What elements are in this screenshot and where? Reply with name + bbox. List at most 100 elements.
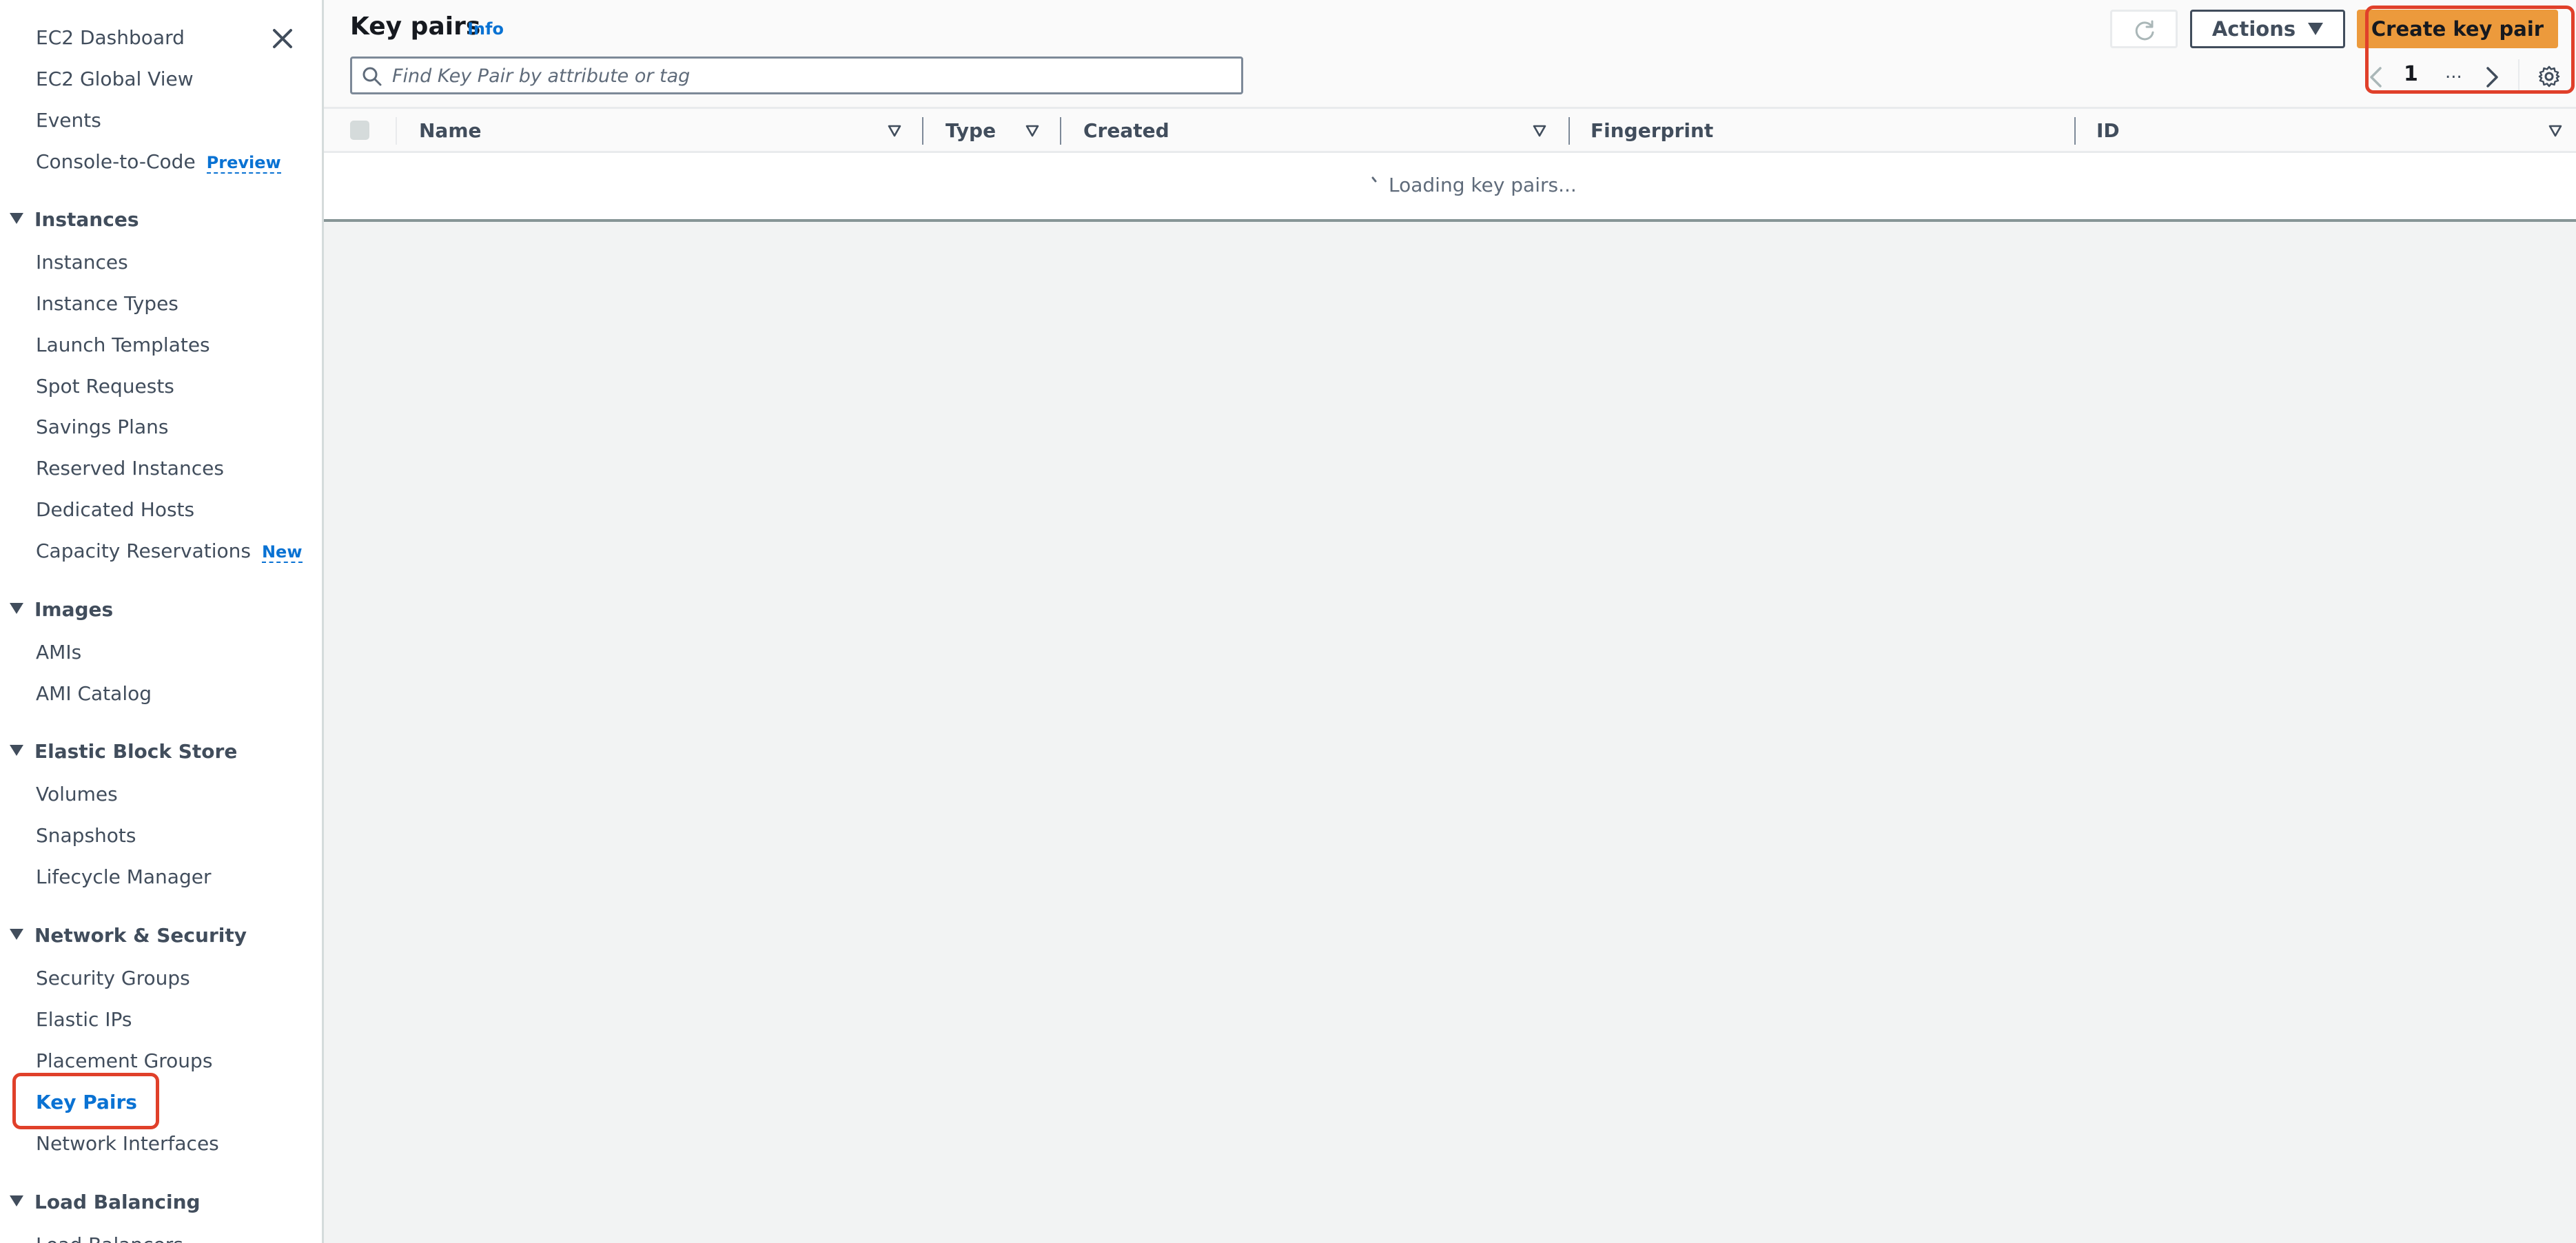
sidebar-item-label: Placement Groups: [36, 1049, 213, 1072]
sidebar-item-label: Launch Templates: [36, 333, 210, 356]
create-key-pair-button[interactable]: Create key pair: [2357, 10, 2558, 48]
search-input[interactable]: [392, 61, 1233, 90]
sidebar-item-label: Instances: [36, 251, 128, 274]
sidebar-item-instances[interactable]: Instances: [36, 249, 128, 276]
section-title: Network & Security: [34, 924, 247, 947]
sidebar-item-savings-plans[interactable]: Savings Plans: [36, 413, 168, 441]
column-divider[interactable]: [1568, 117, 1570, 145]
section-title: Images: [34, 598, 114, 621]
column-header-name[interactable]: Name: [419, 117, 482, 145]
page-title: Key pairs: [350, 12, 481, 41]
refresh-icon: [2135, 20, 2154, 41]
section-title: Elastic Block Store: [34, 740, 238, 763]
sidebar-item-placement-groups[interactable]: Placement Groups: [36, 1047, 212, 1075]
sidebar-item-ami-catalog[interactable]: AMI Catalog: [36, 680, 152, 708]
sidebar-item-key-pairs[interactable]: Key Pairs: [36, 1089, 137, 1116]
sidebar-item-launch-templates[interactable]: Launch Templates: [36, 331, 210, 359]
page-ellipsis: ...: [2445, 62, 2462, 83]
actions-label: Actions: [2211, 17, 2296, 41]
sidebar-item-lifecycle-manager[interactable]: Lifecycle Manager: [36, 863, 211, 891]
sidebar-item-console-to-code[interactable]: Console-to-Code Preview: [36, 148, 281, 176]
sort-caret-icon[interactable]: [1533, 124, 1546, 138]
sidebar-item-label: Instance Types: [36, 292, 178, 315]
search-field[interactable]: [350, 56, 1243, 94]
close-sidebar-button[interactable]: [269, 25, 296, 52]
column-header-fingerprint[interactable]: Fingerprint: [1591, 117, 1713, 145]
chevron-right-icon[interactable]: [2485, 66, 2500, 88]
search-icon: [362, 67, 382, 86]
pagination: 1 ...: [2357, 59, 2564, 94]
sidebar-item-label: Volumes: [36, 783, 118, 805]
column-header-id[interactable]: ID: [2096, 117, 2120, 145]
sidebar-item-label: Savings Plans: [36, 415, 169, 438]
divider: [2518, 59, 2519, 94]
sidebar-section-instances[interactable]: Instances: [10, 206, 139, 234]
table-header-row: Name Type Created Fingerprint ID: [324, 109, 2576, 153]
loading-text: Loading key pairs...: [1389, 174, 1577, 196]
sidebar-item-capacity-reservations[interactable]: Capacity Reservations New: [36, 537, 303, 565]
section-title: Load Balancing: [34, 1191, 201, 1213]
table-body: Loading key pairs...: [324, 153, 2576, 222]
sidebar-item-volumes[interactable]: Volumes: [36, 781, 118, 808]
column-header-created[interactable]: Created: [1083, 117, 1169, 145]
sidebar-item-label: AMIs: [36, 641, 82, 664]
sidebar-item-label: Dedicated Hosts: [36, 498, 195, 521]
create-key-pair-label: Create key pair: [2371, 17, 2544, 41]
column-divider[interactable]: [2074, 117, 2076, 145]
sidebar-item-dedicated-hosts[interactable]: Dedicated Hosts: [36, 496, 194, 524]
caret-down-icon: [10, 929, 23, 940]
caret-down-icon: [2308, 23, 2324, 35]
caret-down-icon: [10, 213, 23, 224]
sidebar-item-security-groups[interactable]: Security Groups: [36, 965, 190, 992]
sidebar-navigation: EC2 Dashboard EC2 Global View Events Con…: [0, 0, 324, 1243]
sidebar-item-label: EC2 Global View: [36, 68, 194, 90]
sidebar-item-amis[interactable]: AMIs: [36, 639, 81, 666]
caret-down-icon: [10, 745, 23, 756]
sidebar-item-label: AMI Catalog: [36, 682, 152, 705]
column-divider[interactable]: [1060, 117, 1061, 145]
sidebar-item-load-balancers[interactable]: Load Balancers: [36, 1231, 183, 1243]
sidebar-item-reserved-instances[interactable]: Reserved Instances: [36, 455, 224, 482]
preview-badge[interactable]: Preview: [206, 153, 281, 174]
sidebar-item-label: Key Pairs: [36, 1091, 137, 1113]
sidebar-section-elastic-block-store[interactable]: Elastic Block Store: [10, 738, 237, 766]
sidebar-section-images[interactable]: Images: [10, 596, 113, 624]
sidebar-item-events[interactable]: Events: [36, 107, 101, 134]
sidebar-item-spot-requests[interactable]: Spot Requests: [36, 373, 174, 400]
sidebar-item-network-interfaces[interactable]: Network Interfaces: [36, 1130, 219, 1158]
sidebar-item-label: EC2 Dashboard: [36, 26, 185, 49]
gear-icon[interactable]: [2537, 65, 2561, 88]
sidebar-item-elastic-ips[interactable]: Elastic IPs: [36, 1006, 132, 1034]
page-number-current[interactable]: 1: [2404, 62, 2418, 86]
select-all-checkbox[interactable]: [350, 121, 369, 140]
sort-caret-icon[interactable]: [2548, 124, 2562, 138]
column-divider: [396, 117, 397, 145]
sidebar-item-snapshots[interactable]: Snapshots: [36, 822, 136, 850]
sidebar-item-ec2-global-view[interactable]: EC2 Global View: [36, 65, 194, 93]
sidebar-item-label: Snapshots: [36, 824, 136, 847]
sidebar-item-label: Capacity Reservations: [36, 540, 251, 562]
page-header: Key pairs Info Actions Create key pair 1…: [324, 0, 2576, 109]
chevron-left-icon[interactable]: [2368, 66, 2383, 88]
sidebar-item-label: Spot Requests: [36, 375, 174, 398]
caret-down-icon: [10, 1195, 23, 1206]
sidebar-item-label: Elastic IPs: [36, 1008, 132, 1031]
sidebar-item-label: Security Groups: [36, 967, 190, 989]
sidebar-item-ec2-dashboard[interactable]: EC2 Dashboard: [36, 24, 185, 52]
column-divider[interactable]: [922, 117, 923, 145]
sidebar-section-network-security[interactable]: Network & Security: [10, 922, 247, 949]
refresh-button[interactable]: [2110, 10, 2178, 48]
column-header-type[interactable]: Type: [945, 117, 996, 145]
sidebar-item-label: Console-to-Code: [36, 150, 196, 173]
info-link[interactable]: Info: [467, 19, 504, 39]
actions-dropdown-button[interactable]: Actions: [2190, 10, 2345, 48]
sidebar-item-instance-types[interactable]: Instance Types: [36, 290, 178, 318]
sidebar-item-label: Reserved Instances: [36, 457, 224, 480]
loading-indicator: Loading key pairs...: [1369, 174, 1577, 196]
sort-caret-icon[interactable]: [888, 124, 901, 138]
new-badge[interactable]: New: [261, 542, 303, 563]
sidebar-section-load-balancing[interactable]: Load Balancing: [10, 1189, 201, 1216]
sidebar-item-label: Load Balancers: [36, 1233, 183, 1243]
sort-caret-icon[interactable]: [1025, 124, 1039, 138]
sidebar-item-label: Network Interfaces: [36, 1132, 219, 1155]
